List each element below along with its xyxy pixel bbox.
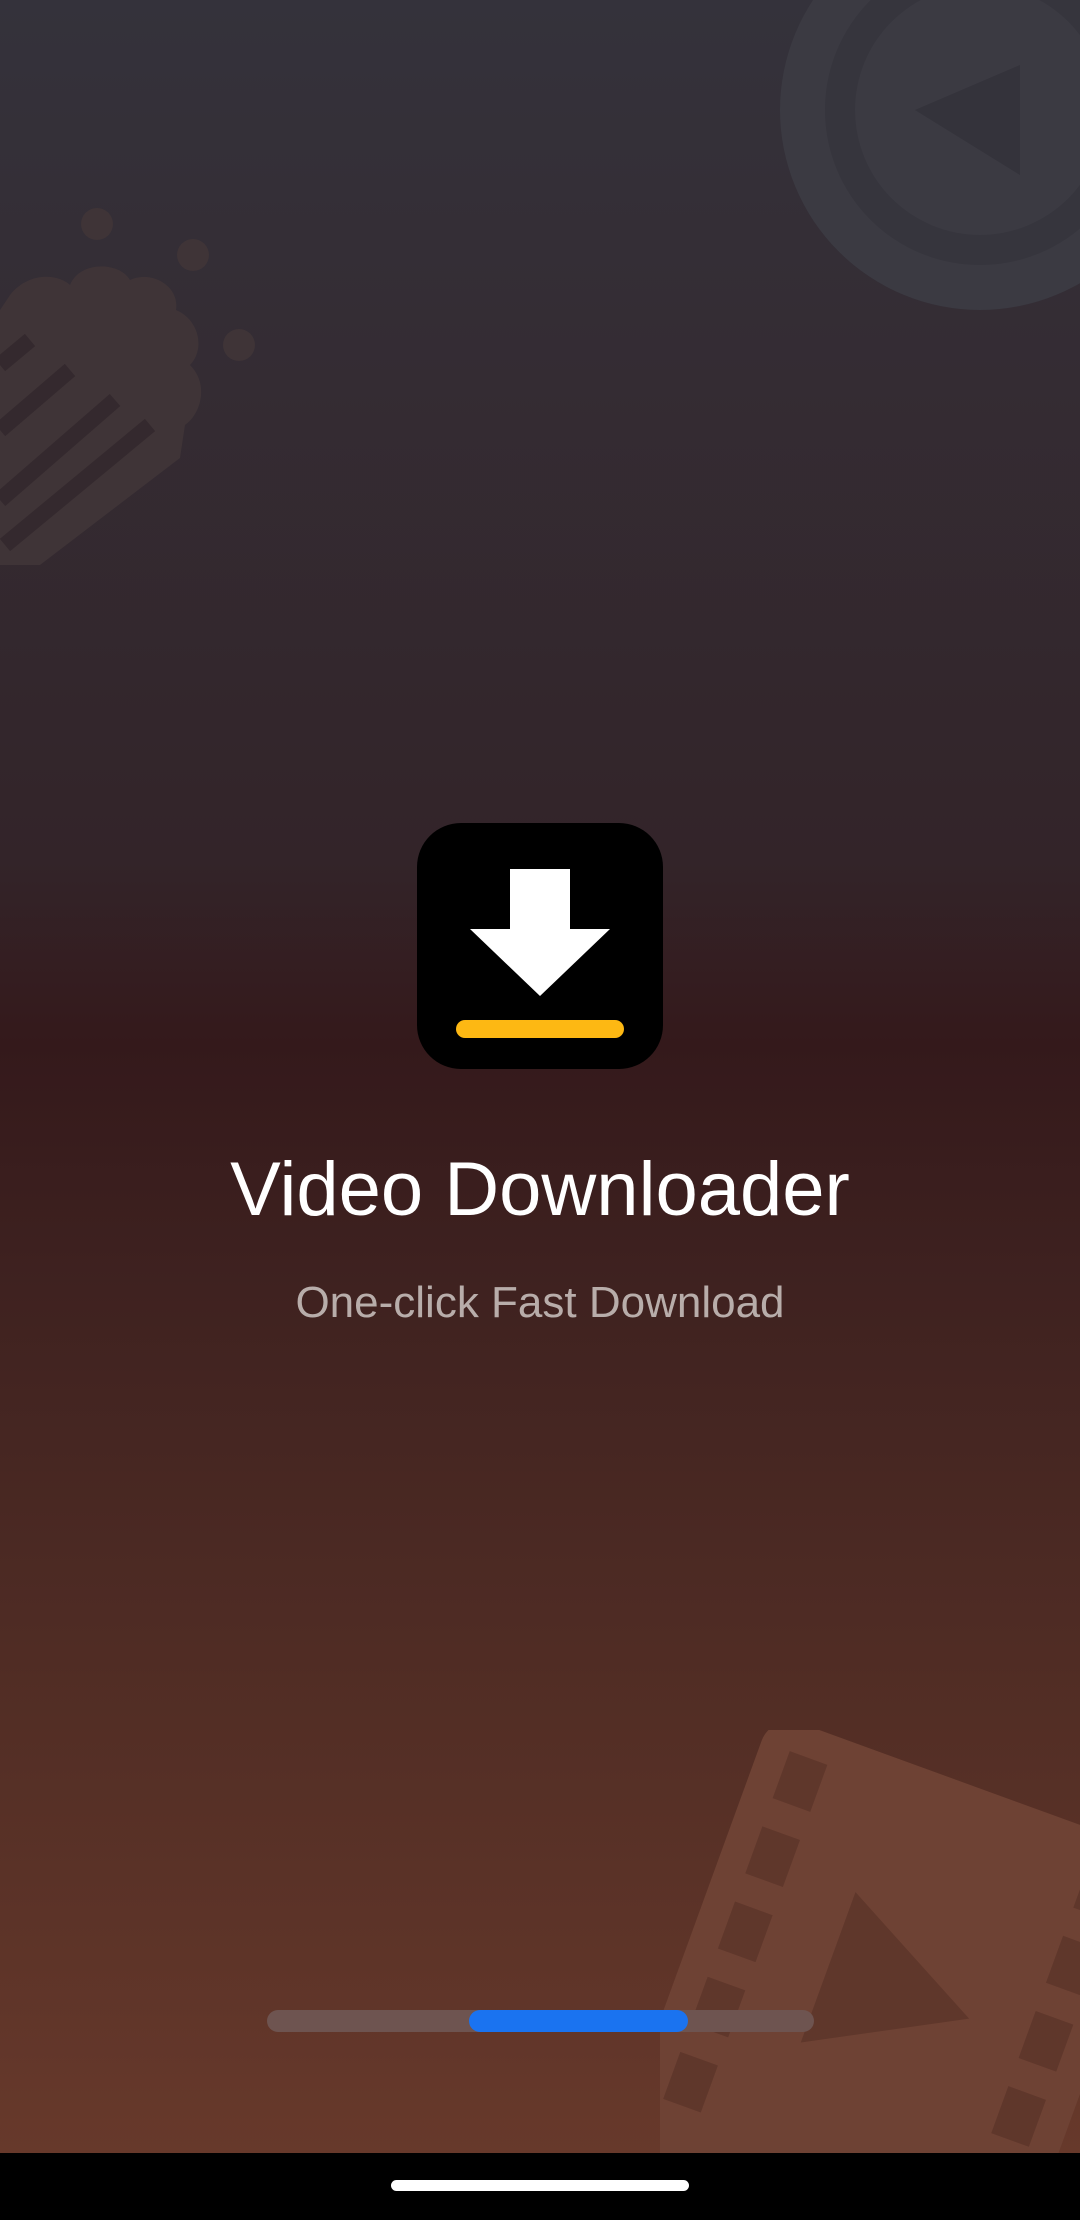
download-arrow-icon xyxy=(456,869,624,1038)
splash-background: Video Downloader One-click Fast Download xyxy=(0,0,1080,2153)
loading-progress-indicator xyxy=(469,2010,689,2032)
app-title: Video Downloader xyxy=(230,1147,850,1232)
film-strip-icon xyxy=(660,1730,1080,2153)
popcorn-icon xyxy=(0,208,255,565)
app-tagline: One-click Fast Download xyxy=(295,1278,785,1327)
system-navigation-bar xyxy=(0,2153,1080,2220)
home-gesture-handle[interactable] xyxy=(391,2180,689,2191)
loading-progress-bar xyxy=(267,2010,814,2032)
play-circle-icon xyxy=(780,0,1080,310)
app-logo xyxy=(417,823,663,1069)
splash-screen: Video Downloader One-click Fast Download xyxy=(0,0,1080,2220)
